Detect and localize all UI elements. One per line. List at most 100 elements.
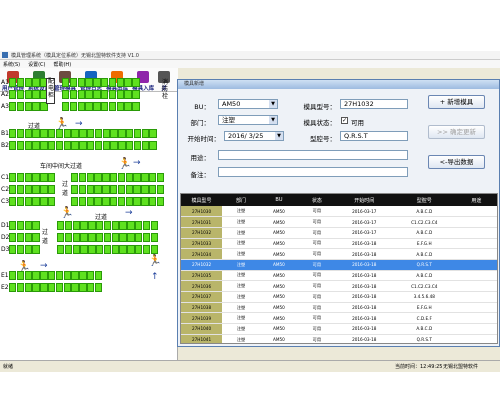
storage-slot-a1[interactable] (24, 78, 32, 87)
storage-slot-c3[interactable] (9, 197, 17, 206)
table-row[interactable]: 27H1040 注塑 AM50 可用 2016-03-18 A.B.C.D (181, 323, 497, 335)
storage-slot-a2[interactable] (124, 90, 132, 99)
storage-slot-e1[interactable] (55, 271, 64, 280)
storage-slot-c1[interactable] (125, 173, 133, 182)
storage-slot-d1[interactable] (111, 221, 119, 230)
column-header[interactable]: 部门 (222, 194, 260, 206)
storage-slot-c3[interactable] (71, 197, 79, 206)
storage-slot-e2[interactable] (71, 283, 79, 292)
storage-slot-a1[interactable] (16, 78, 25, 87)
storage-slot-d1[interactable] (142, 221, 151, 230)
storage-slot-a1[interactable] (93, 78, 101, 87)
storage-slot-a3[interactable] (116, 102, 124, 111)
mold-no-input[interactable]: 27H1032 (340, 99, 408, 109)
storage-slot-c1[interactable] (78, 173, 87, 182)
storage-slot-d3[interactable] (16, 245, 25, 254)
dept-select[interactable]: 注塑 ▼ (218, 115, 278, 125)
storage-slot-e2[interactable] (16, 283, 25, 292)
table-row[interactable]: 27H1032 注塑 AM50 可用 2016-03-17 A.B.C.D (181, 227, 497, 239)
storage-slot-a3[interactable] (24, 102, 32, 111)
storage-slot-c1[interactable] (133, 173, 141, 182)
storage-slot-b1[interactable] (79, 129, 87, 138)
storage-slot-d3[interactable] (142, 245, 151, 254)
use-input[interactable] (218, 150, 408, 160)
storage-slot-b1[interactable] (118, 129, 126, 138)
storage-slot-c2[interactable] (117, 185, 126, 194)
storage-slot-d3[interactable] (9, 245, 17, 254)
storage-slot-d2[interactable] (111, 233, 119, 242)
storage-slot-d3[interactable] (80, 245, 88, 254)
storage-slot-b2[interactable] (94, 141, 103, 150)
storage-slot-d2[interactable] (32, 233, 40, 242)
start-date-picker[interactable]: 2016/ 3/25 ▼ (224, 131, 284, 141)
table-row[interactable]: 27H1035 注塑 AM50 可用 2016-03-18 A.B.C.D (181, 270, 497, 282)
storage-slot-c2[interactable] (110, 185, 118, 194)
storage-slot-c2[interactable] (71, 185, 79, 194)
storage-slot-b2[interactable] (126, 141, 134, 150)
storage-slot-e1[interactable] (40, 271, 48, 280)
storage-slot-a3[interactable] (85, 102, 93, 111)
status-checkbox[interactable]: ✓ (341, 117, 348, 124)
storage-slot-d1[interactable] (103, 221, 112, 230)
storage-slot-c1[interactable] (9, 173, 17, 182)
storage-slot-a1[interactable] (85, 78, 93, 87)
table-row[interactable]: 27H1030 注塑 AM50 可用 2016-03-17 A.B.C.D (181, 206, 497, 218)
storage-slot-c2[interactable] (141, 185, 149, 194)
storage-slot-c3[interactable] (32, 197, 40, 206)
storage-slot-b2[interactable] (141, 141, 149, 150)
note-input[interactable] (218, 167, 408, 177)
storage-slot-a1[interactable] (77, 78, 85, 87)
storage-slot-e2[interactable] (55, 283, 64, 292)
storage-slot-e2[interactable] (48, 283, 56, 292)
storage-slot-a1[interactable] (32, 78, 40, 87)
table-row[interactable]: 27H1037 注塑 AM50 可用 2016-03-18 3.4.5.6.48 (181, 291, 497, 303)
storage-slot-c1[interactable] (117, 173, 126, 182)
storage-slot-b2[interactable] (48, 141, 56, 150)
storage-slot-a3[interactable] (9, 102, 17, 111)
confirm-update-button[interactable]: >> 确定更新 (428, 125, 485, 139)
storage-slot-d3[interactable] (119, 245, 127, 254)
storage-slot-b1[interactable] (9, 129, 17, 138)
storage-slot-a1[interactable] (132, 78, 140, 87)
storage-slot-d2[interactable] (16, 233, 25, 242)
storage-slot-d1[interactable] (57, 221, 65, 230)
column-header[interactable]: 用途 (455, 194, 497, 206)
storage-slot-a3[interactable] (69, 102, 78, 111)
storage-slot-b1[interactable] (149, 129, 157, 138)
storage-slot-d3[interactable] (150, 245, 158, 254)
storage-slot-d3[interactable] (135, 245, 143, 254)
storage-slot-d3[interactable] (64, 245, 73, 254)
storage-slot-a2[interactable] (93, 90, 101, 99)
storage-slot-d1[interactable] (119, 221, 127, 230)
storage-slot-b1[interactable] (141, 129, 149, 138)
storage-slot-c3[interactable] (48, 197, 56, 206)
storage-slot-c3[interactable] (24, 197, 32, 206)
storage-slot-b2[interactable] (55, 141, 64, 150)
storage-slot-d2[interactable] (119, 233, 127, 242)
storage-slot-e2[interactable] (24, 283, 32, 292)
storage-slot-c1[interactable] (48, 173, 56, 182)
storage-slot-c2[interactable] (125, 185, 133, 194)
storage-slot-b2[interactable] (32, 141, 40, 150)
storage-slot-d3[interactable] (57, 245, 65, 254)
storage-slot-c1[interactable] (141, 173, 149, 182)
storage-slot-b1[interactable] (40, 129, 48, 138)
storage-slot-a2[interactable] (116, 90, 124, 99)
storage-slot-a2[interactable] (101, 90, 109, 99)
storage-slot-b1[interactable] (32, 129, 40, 138)
storage-slot-a2[interactable] (32, 90, 40, 99)
storage-slot-a1[interactable] (108, 78, 117, 87)
storage-slot-b1[interactable] (94, 129, 103, 138)
storage-slot-e2[interactable] (94, 283, 103, 292)
column-header[interactable]: 模具型号 (181, 194, 223, 206)
storage-slot-c1[interactable] (94, 173, 102, 182)
storage-slot-c2[interactable] (32, 185, 40, 194)
storage-slot-d2[interactable] (135, 233, 143, 242)
storage-slot-b1[interactable] (87, 129, 95, 138)
storage-slot-e1[interactable] (48, 271, 56, 280)
storage-slot-b1[interactable] (126, 129, 134, 138)
storage-slot-e2[interactable] (63, 283, 71, 292)
column-header[interactable]: 开始时间 (335, 194, 393, 206)
storage-slot-e1[interactable] (87, 271, 95, 280)
storage-slot-d2[interactable] (96, 233, 104, 242)
